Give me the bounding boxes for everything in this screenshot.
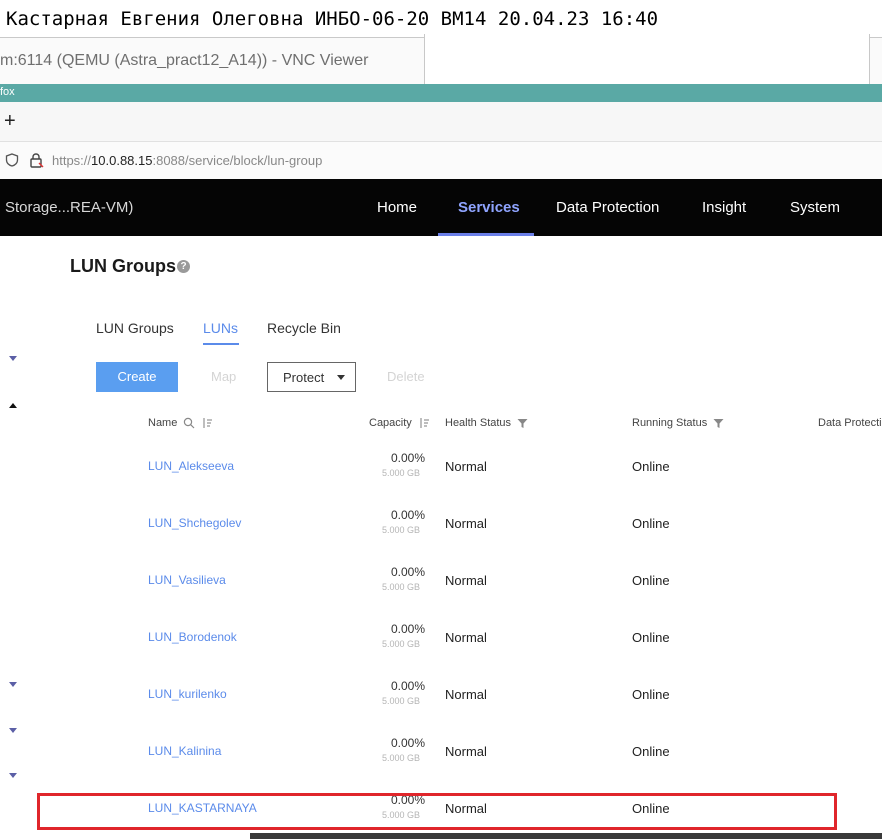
protect-dropdown[interactable]: Protect xyxy=(267,362,356,392)
collapse-down-icon[interactable] xyxy=(9,356,17,361)
health-status: Normal xyxy=(445,687,487,702)
sort-icon[interactable] xyxy=(418,417,430,429)
health-status: Normal xyxy=(445,516,487,531)
device-name: Storage...REA-VM) xyxy=(5,199,134,216)
horizontal-scrollbar[interactable] xyxy=(250,833,882,839)
chevron-down-icon xyxy=(337,375,345,380)
lun-name-link[interactable]: LUN_Shchegolev xyxy=(148,516,241,530)
health-status: Normal xyxy=(445,459,487,474)
column-header-health[interactable]: Health Status xyxy=(445,417,528,429)
capacity-size: 5.000 GB xyxy=(382,582,421,592)
column-header-label: Health Status xyxy=(445,417,512,429)
capacity-size: 5.000 GB xyxy=(382,639,421,649)
nav-data-protection[interactable]: Data Protection xyxy=(556,199,659,216)
lun-name-link[interactable]: LUN_Kalinina xyxy=(148,744,221,758)
capacity-percent: 0.00% xyxy=(391,451,426,465)
capacity-percent: 0.00% xyxy=(391,622,426,636)
subtab-active-indicator xyxy=(203,343,239,345)
nav-active-indicator xyxy=(438,233,534,236)
tab-luns[interactable]: LUNs xyxy=(203,320,238,336)
vnc-side-panel xyxy=(424,34,870,86)
column-header-label: Name xyxy=(148,417,178,429)
health-status: Normal xyxy=(445,744,487,759)
column-header-running[interactable]: Running Status xyxy=(632,417,724,429)
running-status: Online xyxy=(632,573,670,588)
create-button[interactable]: Create xyxy=(96,362,178,392)
new-tab-button[interactable]: + xyxy=(4,111,16,131)
help-icon[interactable]: ? xyxy=(177,260,190,273)
health-status: Normal xyxy=(445,573,487,588)
running-status: Online xyxy=(632,516,670,531)
top-nav-bar: Storage...REA-VM) Home Services Data Pro… xyxy=(0,179,882,236)
running-status: Online xyxy=(632,459,670,474)
capacity-size: 5.000 GB xyxy=(382,525,421,535)
screenshot-caption: Кастарная Евгения Олеговна ИНБО-06-20 ВМ… xyxy=(0,0,882,38)
page-title: LUN Groups xyxy=(70,256,176,276)
lun-name-link[interactable]: LUN_Alekseeva xyxy=(148,459,234,473)
protect-label: Protect xyxy=(283,370,325,385)
browser-title-strip: fox xyxy=(0,84,882,102)
nav-services[interactable]: Services xyxy=(458,199,520,216)
running-status: Online xyxy=(632,744,670,759)
column-header-capacity[interactable]: Capacity xyxy=(369,417,430,429)
browser-address-bar[interactable]: https://10.0.88.15:8088/service/block/lu… xyxy=(0,142,882,179)
column-header-data-protection[interactable]: Data Protecti xyxy=(818,417,882,429)
capacity-size: 5.000 GB xyxy=(382,753,421,763)
url-host: 10.0.88.15 xyxy=(91,153,153,168)
column-header-name[interactable]: Name xyxy=(148,417,213,429)
nav-home[interactable]: Home xyxy=(377,199,417,216)
url-text[interactable]: https://10.0.88.15:8088/service/block/lu… xyxy=(52,153,322,168)
column-header-label: Capacity xyxy=(369,417,412,429)
lun-name-link[interactable]: LUN_Borodenok xyxy=(148,630,237,644)
capacity-size: 5.000 GB xyxy=(382,696,421,706)
capacity-size: 5.000 GB xyxy=(382,468,421,478)
tab-recycle-bin[interactable]: Recycle Bin xyxy=(267,320,341,336)
nav-insight[interactable]: Insight xyxy=(702,199,746,216)
delete-button[interactable]: Delete xyxy=(387,369,425,384)
search-icon[interactable] xyxy=(183,417,195,429)
tab-lun-groups[interactable]: LUN Groups xyxy=(96,320,174,336)
expand-down-icon[interactable] xyxy=(9,682,17,687)
map-button[interactable]: Map xyxy=(211,369,236,384)
vnc-title-bar: m:6114 (QEMU (Astra_pract12_A14)) - VNC … xyxy=(0,34,882,86)
lun-name-link[interactable]: LUN_kurilenko xyxy=(148,687,227,701)
capacity-percent: 0.00% xyxy=(391,508,426,522)
lock-icon[interactable] xyxy=(28,152,44,168)
running-status: Online xyxy=(632,687,670,702)
expand-down-icon[interactable] xyxy=(9,728,17,733)
collapse-up-icon[interactable] xyxy=(9,403,17,408)
shield-icon[interactable] xyxy=(5,153,19,167)
capacity-percent: 0.00% xyxy=(391,565,426,579)
highlight-box xyxy=(37,793,837,830)
nav-system[interactable]: System xyxy=(790,199,840,216)
capacity-percent: 0.00% xyxy=(391,679,426,693)
sort-icon[interactable] xyxy=(201,417,213,429)
browser-tab-bar: + xyxy=(0,102,882,142)
lun-name-link[interactable]: LUN_Vasilieva xyxy=(148,573,226,587)
filter-icon[interactable] xyxy=(517,418,528,429)
expand-down-icon[interactable] xyxy=(9,773,17,778)
running-status: Online xyxy=(632,630,670,645)
filter-icon[interactable] xyxy=(713,418,724,429)
url-prefix: https:// xyxy=(52,153,92,168)
vnc-window-title: m:6114 (QEMU (Astra_pract12_A14)) - VNC … xyxy=(0,52,369,69)
column-header-label: Running Status xyxy=(632,417,708,429)
health-status: Normal xyxy=(445,630,487,645)
browser-title-text: fox xyxy=(0,86,15,98)
capacity-percent: 0.00% xyxy=(391,736,426,750)
url-path: :8088/service/block/lun-group xyxy=(152,153,323,168)
